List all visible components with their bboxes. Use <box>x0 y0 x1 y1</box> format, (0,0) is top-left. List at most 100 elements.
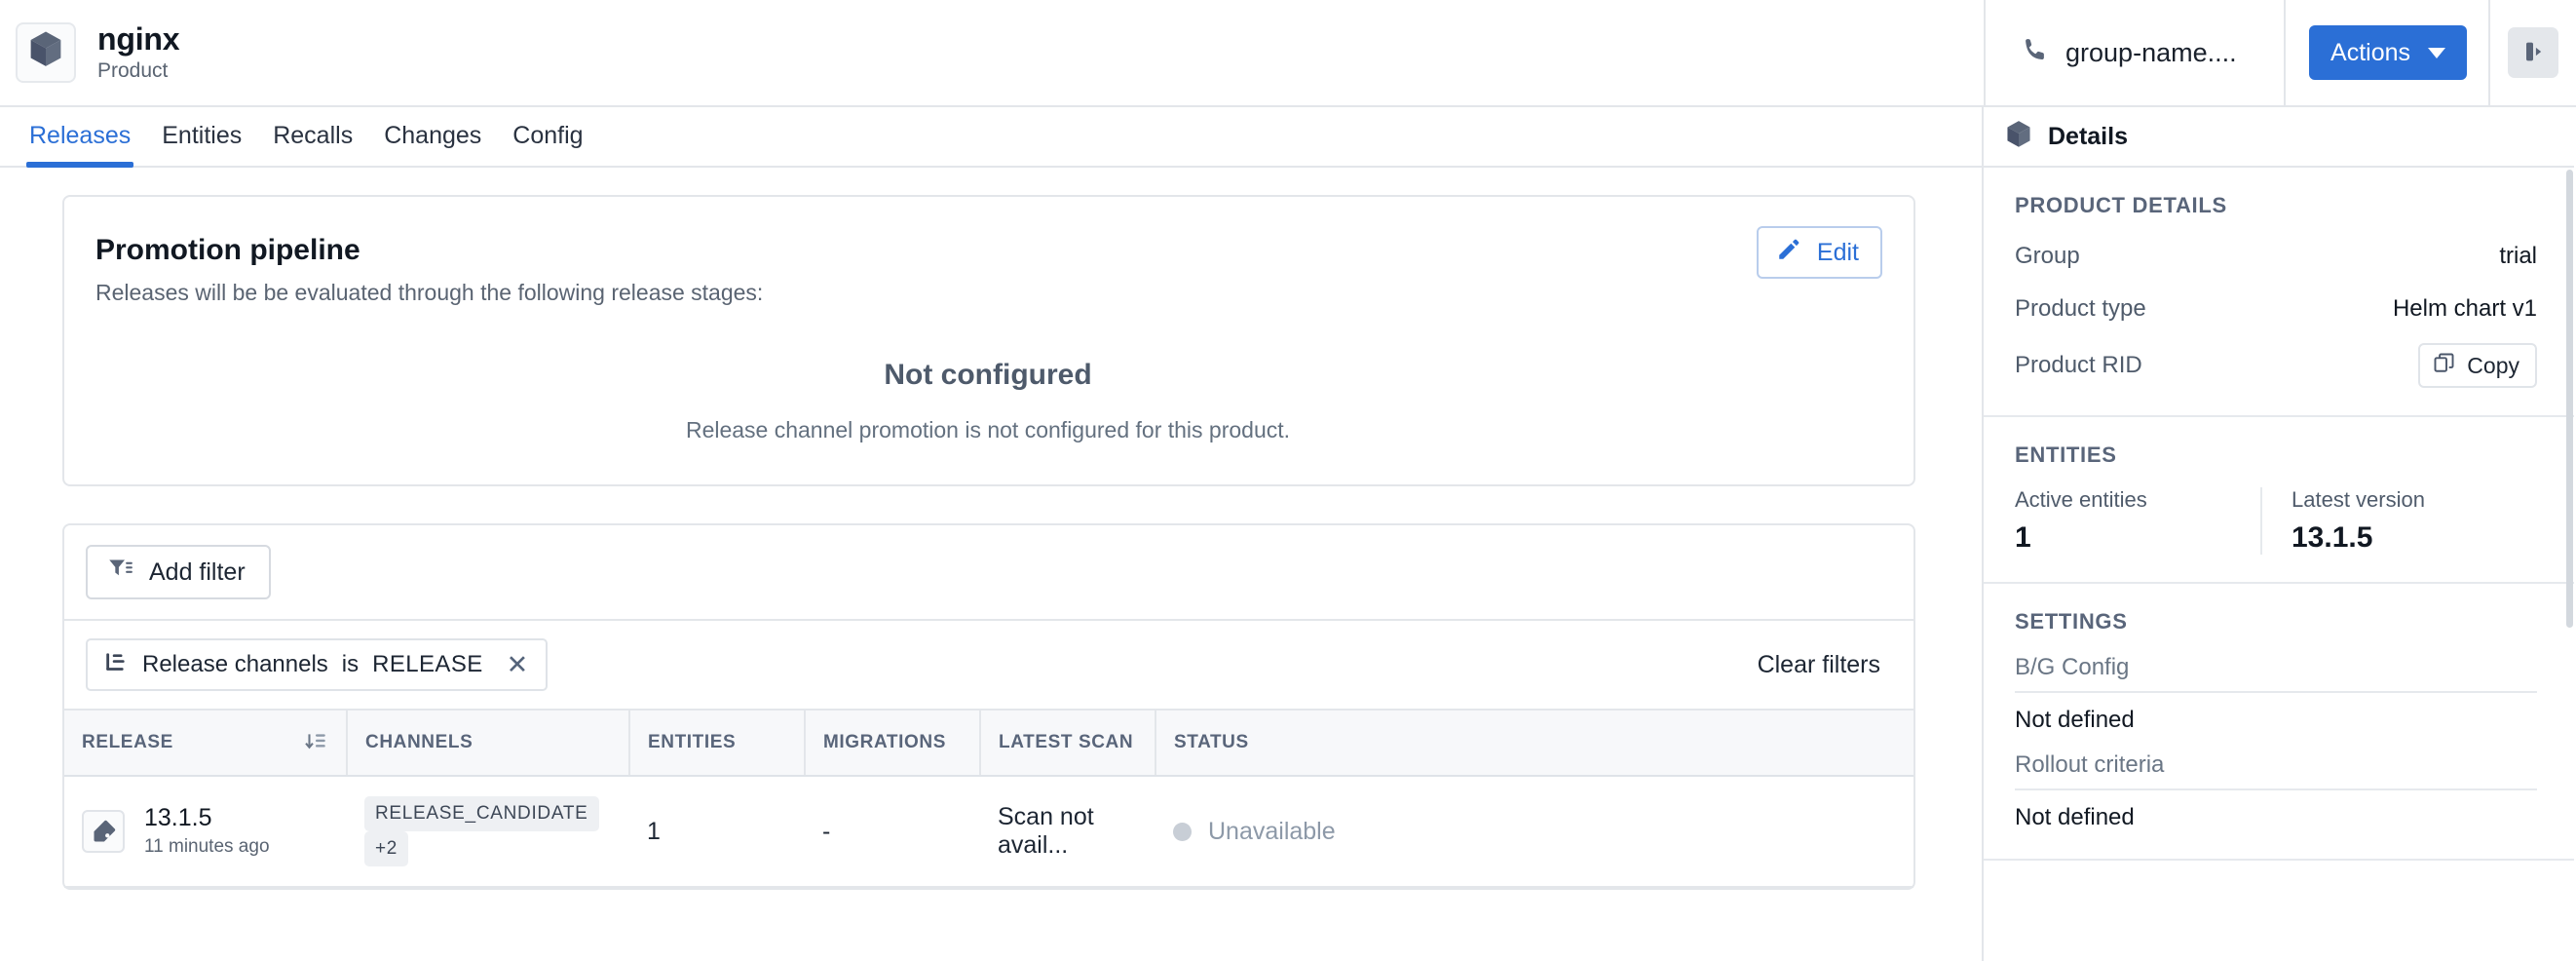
cell-migrations: - <box>805 776 980 888</box>
table-row[interactable]: 13.1.5 11 minutes ago RELEASE_CANDIDATE+… <box>64 776 1913 888</box>
product-rid-label: Product RID <box>2015 352 2142 378</box>
detail-row-product-type: Product type Helm chart v1 <box>2015 290 2537 327</box>
tab-entities[interactable]: Entities <box>146 122 257 166</box>
settings-section-title: SETTINGS <box>2015 609 2128 634</box>
detail-row-group: Group trial <box>2015 238 2537 275</box>
pencil-icon <box>1776 237 1801 269</box>
group-indicator[interactable]: group-name.... <box>1984 0 2284 106</box>
details-scrollbar[interactable] <box>2566 170 2573 961</box>
edit-pipeline-button[interactable]: Edit <box>1756 226 1882 279</box>
copy-product-rid-button[interactable]: Copy <box>2418 343 2537 388</box>
status-dot-icon <box>1173 822 1192 841</box>
product-subtitle: Product <box>97 59 169 83</box>
entities-grid: Active entities 1 Latest version 13.1.5 <box>2015 487 2537 555</box>
filter-chip-field: Release channels <box>142 651 328 677</box>
group-name-label: group-name.... <box>2065 37 2237 67</box>
releases-table: RELEASE CHANNELS ENTITIES MIGRATIONS LAT… <box>64 711 1913 888</box>
column-header-entities[interactable]: ENTITIES <box>629 711 806 777</box>
active-entities-value: 1 <box>2015 521 2031 554</box>
setting-bg-config: B/G Config Not defined <box>2015 654 2537 734</box>
active-entities-label: Active entities <box>2015 487 2147 512</box>
channel-overflow-badge[interactable]: +2 <box>364 831 409 866</box>
product-type-value: Helm chart v1 <box>2392 295 2537 322</box>
top-header: nginx Product group-name.... Actions <box>0 0 2576 107</box>
branch-icon <box>103 649 129 681</box>
details-scrollbar-thumb[interactable] <box>2566 170 2573 628</box>
cell-status: Unavailable <box>1155 776 1913 888</box>
edit-pipeline-label: Edit <box>1816 238 1859 266</box>
product-brand-text: nginx Product <box>97 20 180 84</box>
close-icon[interactable]: ✕ <box>503 651 533 678</box>
tab-releases[interactable]: Releases <box>14 122 146 168</box>
tab-config[interactable]: Config <box>497 122 598 166</box>
cube-icon <box>27 30 64 74</box>
entities-section-title: ENTITIES <box>2015 442 2117 467</box>
actions-button-label: Actions <box>2330 38 2410 66</box>
promotion-pipeline-subtitle: Releases will be be evaluated through th… <box>95 280 764 305</box>
setting-rollout-criteria: Rollout criteria Not defined <box>2015 751 2537 831</box>
releases-table-head: RELEASE CHANNELS ENTITIES MIGRATIONS LAT… <box>64 711 1913 777</box>
add-filter-label: Add filter <box>149 557 246 586</box>
bg-config-label: B/G Config <box>2015 654 2130 680</box>
releases-table-body: 13.1.5 11 minutes ago RELEASE_CANDIDATE+… <box>64 776 1913 888</box>
releases-panel: Add filter Release channels is RELEASE ✕… <box>62 523 1915 890</box>
promotion-pipeline-title: Promotion pipeline <box>95 234 360 266</box>
collapse-container <box>2488 0 2576 106</box>
page-title: nginx <box>97 20 180 57</box>
toggle-details-panel-button[interactable] <box>2508 27 2558 78</box>
column-header-channels[interactable]: CHANNELS <box>347 711 630 777</box>
phone-icon <box>2021 36 2050 70</box>
bg-config-value: Not defined <box>2015 691 2537 734</box>
column-header-status[interactable]: STATUS <box>1155 711 1913 777</box>
table-header-row: RELEASE CHANNELS ENTITIES MIGRATIONS LAT… <box>64 711 1913 777</box>
settings-section: SETTINGS B/G Config Not defined Rollout … <box>1984 584 2574 861</box>
cell-latest-scan: Scan not avail... <box>980 776 1155 888</box>
release-version: 13.1.5 <box>144 803 212 831</box>
latest-version-stat: Latest version 13.1.5 <box>2260 487 2537 555</box>
cell-entities: 1 <box>629 776 805 888</box>
details-header: Details <box>1984 107 2574 168</box>
clear-filters-button[interactable]: Clear filters <box>1758 651 1892 679</box>
copy-label: Copy <box>2467 352 2519 378</box>
tag-icon <box>82 810 125 853</box>
promotion-pipeline-card: Promotion pipeline Releases will be be e… <box>62 195 1915 486</box>
copy-icon <box>2433 352 2455 380</box>
product-details-section: PRODUCT DETAILS Group trial Product type… <box>1984 168 2574 417</box>
active-entities-stat: Active entities 1 <box>2015 487 2260 555</box>
app-root: nginx Product group-name.... Actions Rel… <box>0 0 2576 961</box>
pipeline-empty-title: Not configured <box>884 359 1092 391</box>
tab-changes[interactable]: Changes <box>368 122 497 166</box>
column-header-migrations[interactable]: MIGRATIONS <box>805 711 981 777</box>
cell-release: 13.1.5 11 minutes ago <box>64 776 347 888</box>
main-pane: Releases Entities Recalls Changes Config… <box>0 107 1984 961</box>
pipeline-empty-subtitle: Release channel promotion is not configu… <box>685 417 1291 442</box>
actions-button[interactable]: Actions <box>2309 25 2467 80</box>
detail-row-product-rid: Product RID Copy <box>2015 343 2537 388</box>
tab-bar: Releases Entities Recalls Changes Config <box>0 107 1982 168</box>
active-filters-row: Release channels is RELEASE ✕ Clear filt… <box>64 621 1913 711</box>
details-title: Details <box>2048 122 2128 150</box>
chevron-down-icon <box>2428 47 2445 58</box>
body-split: Releases Entities Recalls Changes Config… <box>0 107 2576 961</box>
product-logo <box>16 21 76 83</box>
rollout-criteria-label: Rollout criteria <box>2015 751 2165 778</box>
tab-recalls[interactable]: Recalls <box>257 122 368 166</box>
latest-version-label: Latest version <box>2292 487 2425 512</box>
channel-badge: RELEASE_CANDIDATE <box>364 796 599 831</box>
rollout-criteria-value: Not defined <box>2015 788 2537 831</box>
release-timestamp: 11 minutes ago <box>144 836 270 858</box>
entities-section: ENTITIES Active entities 1 Latest versio… <box>1984 417 2574 584</box>
sort-desc-icon[interactable] <box>303 730 328 755</box>
latest-version-value: 13.1.5 <box>2292 521 2373 554</box>
column-header-latest-scan[interactable]: LATEST SCAN <box>980 711 1156 777</box>
product-details-section-title: PRODUCT DETAILS <box>2015 193 2227 217</box>
product-brand: nginx Product <box>0 20 180 84</box>
filter-chip-value: RELEASE <box>372 651 483 677</box>
column-header-release[interactable]: RELEASE <box>64 711 348 777</box>
group-label: Group <box>2015 243 2080 269</box>
status-badge: Unavailable <box>1208 817 1336 845</box>
add-filter-button[interactable]: Add filter <box>86 545 271 599</box>
filter-chip-release-channels[interactable]: Release channels is RELEASE ✕ <box>86 638 549 691</box>
group-value: trial <box>2499 243 2537 269</box>
cell-channels: RELEASE_CANDIDATE+2 <box>347 776 629 888</box>
